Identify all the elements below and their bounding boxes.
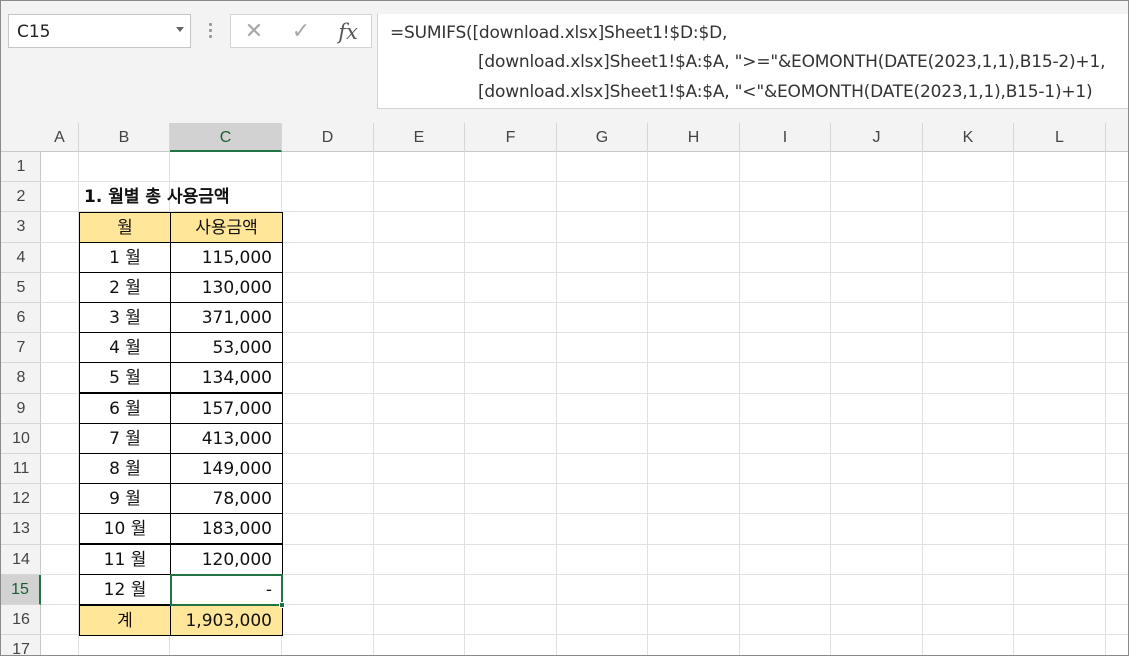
header-month[interactable]: 월 [79,212,171,243]
formula-line-2: [download.xlsx]Sheet1!$A:$A, ">="&EOMONT… [478,52,1106,72]
row-header-15[interactable]: 15 [1,574,41,605]
formula-line-1: =SUMIFS([download.xlsx]Sheet1!$D:$D, [390,23,728,43]
column-header-g[interactable]: G [557,123,648,152]
excel-window: C15 ✕ ✓ fx =SUMIFS([download.xlsx]Sheet1… [0,0,1129,656]
amount-cell[interactable]: 130,000 [170,272,283,303]
amount-cell[interactable]: 134,000 [170,362,283,393]
month-cell[interactable]: 1 월 [79,242,171,273]
row-header-10[interactable]: 10 [1,424,41,454]
amount-cell[interactable]: 183,000 [170,513,283,544]
month-cell[interactable]: 6 월 [79,393,171,424]
row-header-1[interactable]: 1 [1,152,41,183]
chevron-down-icon[interactable] [176,27,184,32]
month-cell[interactable]: 8 월 [79,453,171,484]
cancel-icon[interactable]: ✕ [239,18,269,46]
row-header-8[interactable]: 8 [1,363,41,394]
sheet-title[interactable]: 1. 월별 총 사용금액 [82,182,292,213]
column-header-e[interactable]: E [374,123,465,152]
column-header-j[interactable]: J [831,123,923,152]
row-header-2[interactable]: 2 [1,182,41,213]
row-header-3[interactable]: 3 [1,212,41,243]
column-header-f[interactable]: F [465,123,557,152]
grid-line [556,152,557,655]
formula-bar-area: C15 ✕ ✓ fx =SUMIFS([download.xlsx]Sheet1… [1,1,1128,123]
formula-buttons: ✕ ✓ fx [230,14,372,48]
row-header-7[interactable]: 7 [1,333,41,364]
month-cell[interactable]: 2 월 [79,272,171,303]
grid-line [739,152,740,655]
column-header-k[interactable]: K [923,123,1014,152]
amount-cell[interactable]: 413,000 [170,423,283,454]
column-header-h[interactable]: H [648,123,740,152]
grid-line [373,152,374,655]
row-header-16[interactable]: 16 [1,605,41,636]
amount-cell[interactable]: 115,000 [170,242,283,273]
grid-line [464,152,465,655]
month-cell[interactable]: 10 월 [79,513,171,544]
formula-input[interactable]: =SUMIFS([download.xlsx]Sheet1!$D:$D, [do… [377,14,1128,109]
amount-cell[interactable]: 371,000 [170,302,283,333]
grid-line [1013,152,1014,655]
grid-line [647,152,648,655]
month-cell[interactable]: 11 월 [79,544,171,575]
row-header-12[interactable]: 12 [1,484,41,515]
amount-cell[interactable]: 78,000 [170,483,283,514]
month-cell[interactable]: 3 월 [79,302,171,333]
row-header-5[interactable]: 5 [1,273,41,303]
grid-line [830,152,831,655]
row-header-17[interactable]: 17 [1,635,41,655]
column-header-a[interactable]: A [41,123,79,152]
month-cell[interactable]: 12 월 [79,574,171,605]
row-header-11[interactable]: 11 [1,454,41,485]
insert-function-icon[interactable]: fx [333,18,363,46]
column-header-i[interactable]: I [740,123,831,152]
total-amount[interactable]: 1,903,000 [170,605,283,636]
header-amount[interactable]: 사용금액 [170,212,283,243]
column-header-bar: ABCDEFGHIJKL [1,123,1128,152]
grid-line [922,152,923,655]
row-header-6[interactable]: 6 [1,303,41,334]
month-cell[interactable]: 7 월 [79,423,171,454]
grid-line [1105,152,1106,655]
column-header-l[interactable]: L [1014,123,1106,152]
month-cell[interactable]: 9 월 [79,483,171,514]
drag-handle-icon[interactable] [205,21,215,41]
amount-cell[interactable]: 157,000 [170,393,283,424]
row-header-4[interactable]: 4 [1,243,41,273]
fill-handle[interactable] [279,602,285,608]
amount-cell[interactable]: 120,000 [170,544,283,575]
name-box-value: C15 [17,22,51,42]
amount-cell[interactable]: 149,000 [170,453,283,484]
column-header-d[interactable]: D [282,123,374,152]
enter-icon[interactable]: ✓ [286,18,316,46]
name-box[interactable]: C15 [8,14,191,48]
row-header-13[interactable]: 13 [1,514,41,545]
active-cell-border[interactable] [170,574,283,606]
row-header-14[interactable]: 14 [1,545,41,575]
row-header-9[interactable]: 9 [1,394,41,424]
row-header-bar: 1 2 3 4 5 6 7 8 9 10 11 12 13 14 15 16 17 [1,152,41,655]
month-cell[interactable]: 4 월 [79,332,171,363]
formula-line-3: [download.xlsx]Sheet1!$A:$A, "<"&EOMONTH… [478,82,1093,102]
worksheet-grid[interactable]: 1. 월별 총 사용금액 월 사용금액 1 월 115,000 2 월 130,000… [41,152,1128,655]
month-cell[interactable]: 5 월 [79,362,171,393]
column-header-c[interactable]: C [170,123,282,152]
column-header-b[interactable]: B [79,123,170,152]
total-label[interactable]: 계 [79,605,171,636]
amount-cell[interactable]: 53,000 [170,332,283,363]
